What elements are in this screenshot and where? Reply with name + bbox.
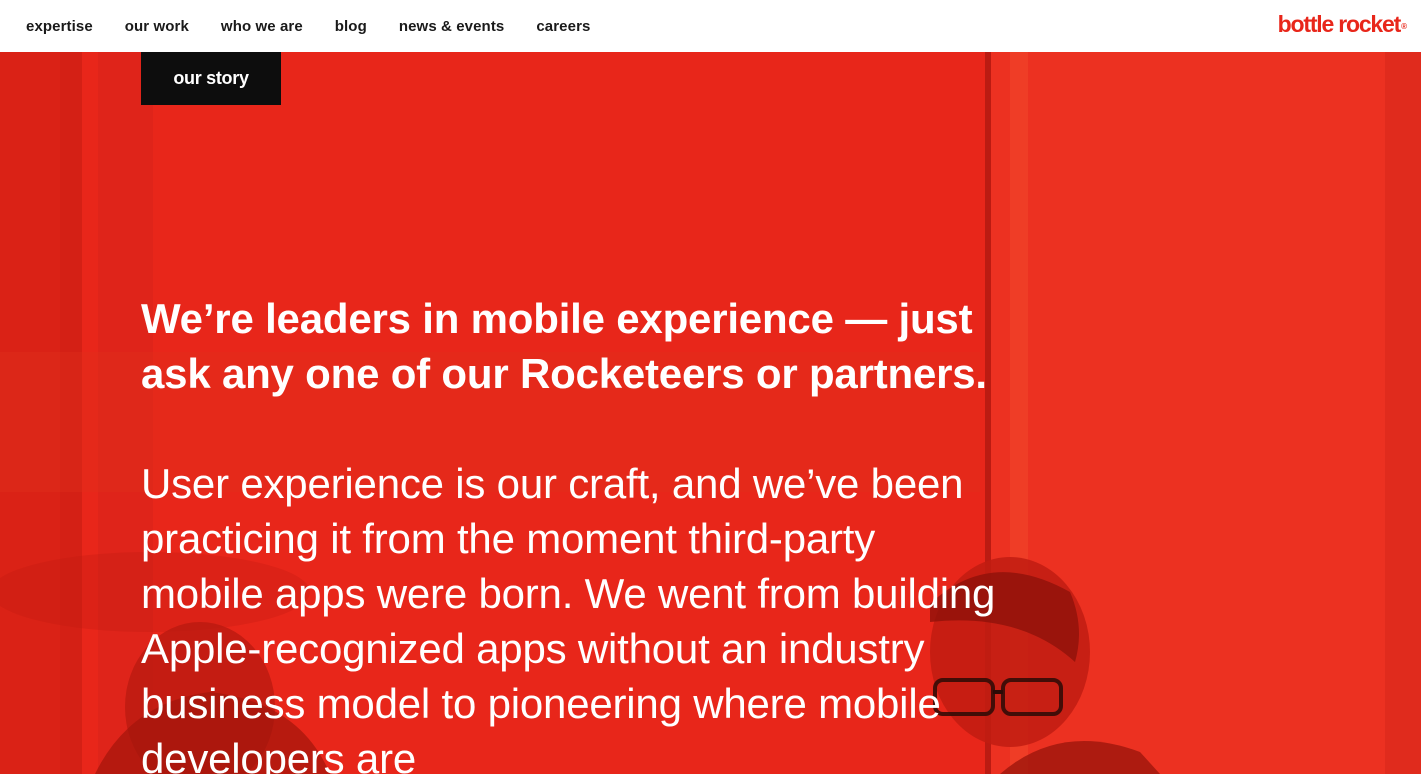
nav-item-expertise[interactable]: expertise [26,18,93,35]
nav-item-careers[interactable]: careers [536,18,590,35]
main-menu: expertise our work who we are blog news … [26,0,622,52]
logo-text: bottle rocket [1277,11,1402,37]
hero-body-copy: User experience is our craft, and we’ve … [141,460,996,774]
hero-headline: We’re leaders in mobile experience — jus… [141,295,987,397]
nav-item-blog[interactable]: blog [335,18,367,35]
nav-item-who-we-are[interactable]: who we are [221,18,303,35]
top-navigation: expertise our work who we are blog news … [0,0,1421,52]
bottle-rocket-logo[interactable]: bottle rocket® [1278,9,1407,39]
nav-item-news-events[interactable]: news & events [399,18,505,35]
our-story-badge[interactable]: our story [141,52,281,105]
hero-section: our story We’re leaders in mobile experi… [0,52,1421,774]
nav-item-our-work[interactable]: our work [125,18,189,35]
registered-mark: ® [1401,22,1407,31]
